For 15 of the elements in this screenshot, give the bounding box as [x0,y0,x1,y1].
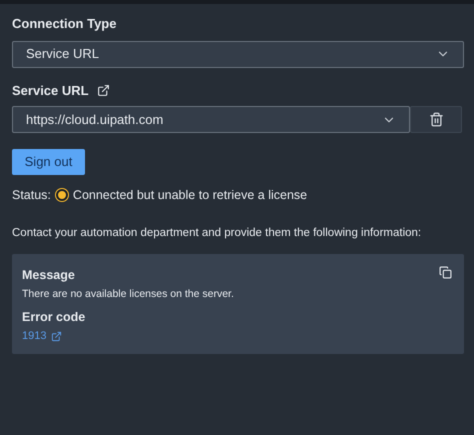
sign-out-button[interactable]: Sign out [12,149,85,175]
external-link-icon[interactable] [96,84,110,97]
delete-button[interactable] [410,106,462,133]
status-text: Connected but unable to retrieve a license [72,187,308,204]
copy-icon[interactable] [439,266,452,279]
connection-type-dropdown[interactable]: Service URL [12,40,464,68]
error-code-label: Error code [22,308,86,326]
status-label: Status: [12,187,51,204]
field-label: Connection Type [12,15,118,33]
field-label: Service URL [12,82,89,100]
url-dropdown[interactable]: https://cloud.uipath.com [12,106,410,133]
trash-icon [428,112,444,127]
message-text: There are no available licenses on the server. [22,286,234,302]
instructions-text: Contact your automation department and provide them the following information: [12,226,422,241]
message-label: Message [22,267,75,284]
